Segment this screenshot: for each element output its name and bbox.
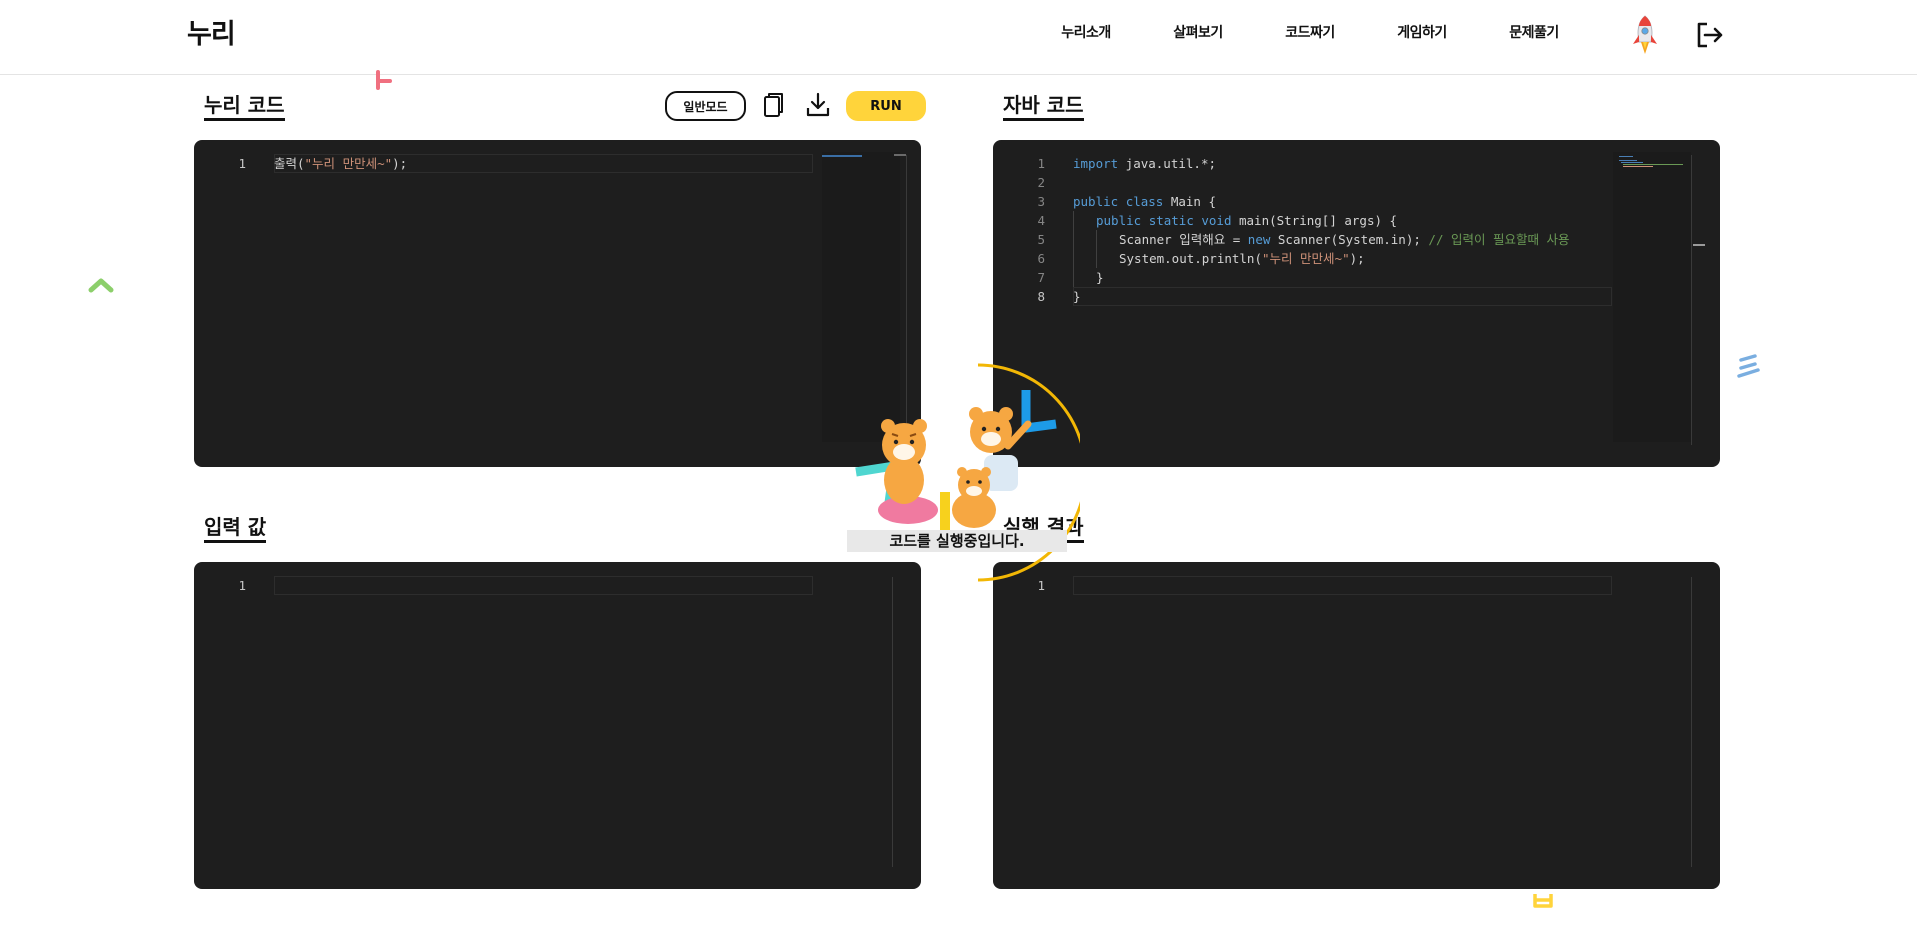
code-text: public static void main(String[] args) {	[1096, 213, 1398, 228]
nuri-code-title: 누리 코드	[204, 93, 285, 121]
logout-icon[interactable]	[1694, 20, 1724, 50]
current-line-highlight	[1073, 576, 1612, 595]
line-number: 7	[1037, 270, 1045, 285]
code-text: }	[1096, 270, 1104, 285]
line-number: 6	[1037, 251, 1045, 266]
decorative-letter-icon	[1737, 354, 1760, 378]
rocket-icon[interactable]	[1630, 14, 1660, 56]
line-number: 8	[1037, 289, 1045, 304]
run-button[interactable]: RUN	[846, 91, 926, 121]
editor-line: 3 public class Main {	[993, 192, 1720, 211]
editor-minimap[interactable]	[1613, 152, 1691, 442]
java-code-title: 자바 코드	[1003, 93, 1084, 121]
code-text: import java.util.*;	[1073, 156, 1216, 171]
code-text: public class Main {	[1073, 194, 1217, 209]
current-line-highlight	[1073, 287, 1612, 306]
java-code-editor[interactable]: 1 import java.util.*; 2 3 public class Main …	[993, 140, 1720, 467]
editor-line: 2	[993, 173, 1720, 192]
editor-line: 1	[993, 576, 1720, 595]
code-text: Scanner 입력해요 = new Scanner(System.in); /…	[1119, 232, 1570, 247]
line-number: 1	[1037, 156, 1045, 171]
editor-line: 6 System.out.println("누리 만만세~");	[993, 249, 1720, 268]
editor-line: 7}	[993, 268, 1720, 287]
line-number: 5	[1037, 232, 1045, 247]
nav-explore[interactable]: 살펴보기	[1142, 22, 1254, 42]
code-text: System.out.println("누리 만만세~");	[1119, 251, 1365, 266]
editor-line: 1	[194, 576, 921, 595]
nav-problems[interactable]: 문제풀기	[1478, 22, 1590, 42]
nuri-code-editor[interactable]: 1 출력("누리 만만세~");	[194, 140, 921, 467]
output-editor[interactable]: 1	[993, 562, 1720, 889]
normal-mode-button[interactable]: 일반모드	[665, 91, 746, 121]
current-line-highlight	[274, 576, 813, 595]
line-number: 3	[1037, 194, 1045, 209]
decorative-chevron-icon	[88, 278, 114, 293]
editor-scrollbar[interactable]	[1691, 155, 1692, 445]
editor-line: 1 출력("누리 만만세~");	[194, 154, 921, 173]
line-number: 1	[238, 578, 246, 593]
editor-scrollbar[interactable]	[892, 577, 893, 867]
code-text: 출력("누리 만만세~");	[274, 156, 408, 171]
indent-guide	[1096, 230, 1097, 268]
decorative-letter-icon	[1533, 894, 1553, 908]
code-text: }	[1073, 289, 1081, 304]
nav-game[interactable]: 게임하기	[1366, 22, 1478, 42]
indent-guide	[1073, 211, 1074, 287]
input-value-title: 입력 값	[204, 515, 267, 543]
nav-intro[interactable]: 누리소개	[1030, 22, 1142, 42]
top-header: 누리 누리소개 살펴보기 코드짜기 게임하기 문제풀기	[0, 0, 1917, 75]
main-nav: 누리소개 살펴보기 코드짜기 게임하기 문제풀기	[1030, 22, 1590, 42]
copy-icon[interactable]	[760, 91, 788, 119]
line-number: 4	[1037, 213, 1045, 228]
decorative-letter-icon	[376, 70, 392, 90]
loading-message: 코드를 실행중입니다.	[847, 530, 1067, 552]
editor-line: 8}	[993, 287, 1720, 306]
logo[interactable]: 누리	[187, 12, 236, 51]
line-number: 2	[1037, 175, 1045, 190]
editor-line: 1 import java.util.*;	[993, 154, 1720, 173]
editor-line: 5 Scanner 입력해요 = new Scanner(System.in); …	[993, 230, 1720, 249]
download-icon[interactable]	[804, 91, 832, 119]
editor-line: 4 public static void main(String[] args) …	[993, 211, 1720, 230]
input-editor[interactable]: 1	[194, 562, 921, 889]
nav-code[interactable]: 코드짜기	[1254, 22, 1366, 42]
editor-scrollbar[interactable]	[1691, 577, 1692, 867]
line-number: 1	[238, 156, 246, 171]
